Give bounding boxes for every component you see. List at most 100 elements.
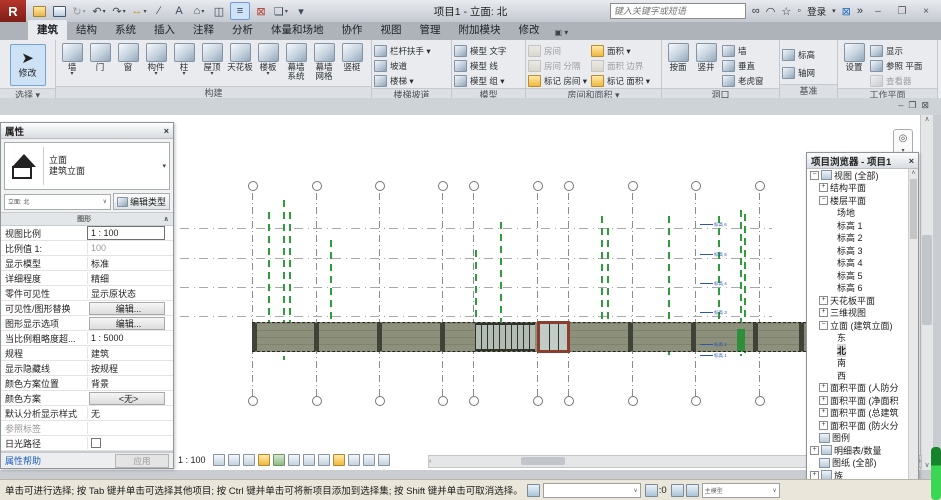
- sun-path-checkbox[interactable]: [91, 438, 101, 448]
- ribbon-button[interactable]: 模型 组 ▾: [454, 74, 506, 88]
- modify-button[interactable]: ➤ 修改: [10, 44, 46, 86]
- vertical-scrollbar[interactable]: ∧∨: [920, 115, 933, 470]
- tree-item[interactable]: 图例: [807, 432, 909, 445]
- exclude-options-icon[interactable]: [686, 484, 699, 497]
- level-marker[interactable]: 标高 3: [700, 310, 727, 316]
- design-option-dropdown[interactable]: 主模型∨: [702, 483, 780, 498]
- ribbon-button[interactable]: 栏杆扶手 ▾: [374, 44, 431, 58]
- minimize-button[interactable]: –: [869, 6, 887, 17]
- favorites-star-icon[interactable]: ☆: [781, 5, 791, 18]
- ribbon-button[interactable]: 门: [86, 42, 114, 77]
- ribbon-button[interactable]: 楼板▾: [254, 42, 282, 77]
- apply-button[interactable]: 应用: [115, 454, 169, 468]
- property-value[interactable]: 显示原状态: [87, 287, 173, 299]
- ribbon-button[interactable]: 模型 线: [454, 59, 506, 73]
- ribbon-button[interactable]: 幕墙 系统: [282, 42, 310, 86]
- ribbon-button[interactable]: 标高: [782, 48, 815, 62]
- temporary-view-properties-icon[interactable]: [348, 454, 360, 466]
- property-value[interactable]: 建筑: [87, 347, 173, 359]
- section-icon[interactable]: ◫: [210, 3, 228, 19]
- tree-item[interactable]: 标高 2: [807, 232, 909, 245]
- tree-item[interactable]: 场地: [807, 207, 909, 220]
- ribbon-button[interactable]: 标记 面积 ▾: [591, 74, 650, 88]
- thin-lines-icon[interactable]: ≡: [230, 2, 250, 20]
- sun-path-icon[interactable]: [258, 454, 270, 466]
- ribbon-button[interactable]: 标记 房间 ▾: [528, 74, 587, 88]
- property-value[interactable]: 无: [87, 407, 173, 419]
- ribbon-tab[interactable]: 建筑: [28, 20, 67, 40]
- tree-item[interactable]: −立面 (建筑立面): [807, 319, 909, 332]
- ribbon-tab[interactable]: 体量和场地: [262, 20, 333, 40]
- tree-item[interactable]: 标高 3: [807, 244, 909, 257]
- property-value[interactable]: 100: [87, 242, 173, 254]
- tree-item[interactable]: −楼层平面: [807, 194, 909, 207]
- ribbon-tab[interactable]: 注释: [184, 20, 223, 40]
- ribbon-tab[interactable]: 系统: [106, 20, 145, 40]
- property-value[interactable]: 标准: [87, 257, 173, 269]
- property-value[interactable]: [87, 437, 173, 449]
- tree-item[interactable]: +面积平面 (总建筑: [807, 407, 909, 420]
- subscription-icon[interactable]: ◠: [766, 5, 776, 18]
- close-hidden-windows-icon[interactable]: ⊠: [252, 3, 270, 19]
- tree-item[interactable]: +天花板平面: [807, 294, 909, 307]
- tree-expander-icon[interactable]: −: [819, 196, 828, 205]
- ribbon-tab[interactable]: 修改: [510, 20, 549, 40]
- ribbon-tab[interactable]: 协作: [333, 20, 372, 40]
- undo-icon[interactable]: ↶▾: [90, 3, 108, 19]
- tree-item[interactable]: +面积平面 (净面积: [807, 394, 909, 407]
- detail-level-icon[interactable]: [228, 454, 240, 466]
- level-marker[interactable]: 标高 4: [700, 281, 727, 287]
- ribbon-button[interactable]: 垂直: [722, 59, 764, 73]
- ribbon-button[interactable]: 老虎窗: [722, 74, 764, 88]
- ribbon-button[interactable]: 竖井: [692, 42, 720, 77]
- property-value[interactable]: 1 : 5000: [87, 332, 173, 344]
- exchange-apps-icon[interactable]: ⊠: [842, 5, 851, 18]
- property-value[interactable]: <无>: [89, 392, 165, 405]
- property-value[interactable]: 按规程: [87, 362, 173, 374]
- login-dropdown-icon[interactable]: ▾: [832, 7, 836, 15]
- tree-expander-icon[interactable]: +: [819, 396, 828, 405]
- crop-view-icon[interactable]: [288, 454, 300, 466]
- tree-item[interactable]: +三维视图: [807, 307, 909, 320]
- property-value[interactable]: 1 : 100: [87, 226, 165, 240]
- ribbon-button[interactable]: 柱▾: [170, 42, 198, 77]
- tree-expander-icon[interactable]: +: [819, 183, 828, 192]
- show-crop-icon[interactable]: [303, 454, 315, 466]
- ribbon-button[interactable]: 坡道: [374, 59, 431, 73]
- browser-scroll-thumb[interactable]: [910, 179, 917, 239]
- view-scale-label[interactable]: 1 : 100: [178, 455, 206, 465]
- tree-item[interactable]: 标高 5: [807, 269, 909, 282]
- shadows-icon[interactable]: [273, 454, 285, 466]
- ribbon-button[interactable]: 模型 文字: [454, 44, 506, 58]
- ribbon-button[interactable]: 屋顶▾: [198, 42, 226, 77]
- property-value[interactable]: [87, 422, 173, 434]
- ribbon-tab[interactable]: 分析: [223, 20, 262, 40]
- open-icon[interactable]: [30, 3, 48, 19]
- ribbon-tab[interactable]: 附加模块: [450, 20, 510, 40]
- sync-icon[interactable]: ↻▾: [70, 3, 88, 19]
- view-close-icon[interactable]: ⊠: [921, 100, 929, 111]
- search-icon[interactable]: ∞: [752, 5, 760, 17]
- ribbon-tab[interactable]: 视图: [372, 20, 411, 40]
- design-options-icon[interactable]: [671, 484, 684, 497]
- customize-qat-icon[interactable]: ▾: [292, 3, 310, 19]
- worksharing-display-icon[interactable]: [378, 454, 390, 466]
- ribbon-button[interactable]: 幕墙 网格: [310, 42, 338, 86]
- show-constraints-icon[interactable]: [363, 454, 375, 466]
- tree-item[interactable]: 标高 6: [807, 282, 909, 295]
- visual-style-icon[interactable]: [243, 454, 255, 466]
- properties-title-bar[interactable]: 属性 ×: [1, 123, 173, 139]
- active-workset-dropdown[interactable]: ∨: [543, 483, 641, 498]
- tree-item[interactable]: 南: [807, 357, 909, 370]
- revit-logo[interactable]: R: [0, 0, 26, 22]
- switch-windows-icon[interactable]: ❏▾: [272, 3, 290, 19]
- edit-type-button[interactable]: 编辑类型: [113, 193, 170, 210]
- tree-item[interactable]: 西: [807, 369, 909, 382]
- tree-expander-icon[interactable]: +: [819, 383, 828, 392]
- tree-expander-icon[interactable]: +: [810, 446, 819, 455]
- tree-item[interactable]: +面积平面 (人防分: [807, 382, 909, 395]
- measure-icon[interactable]: ↔▾: [130, 3, 148, 19]
- ribbon-tab[interactable]: 插入: [145, 20, 184, 40]
- tree-item[interactable]: +明细表/数量: [807, 444, 909, 457]
- ribbon-button[interactable]: 面积 ▾: [591, 44, 650, 58]
